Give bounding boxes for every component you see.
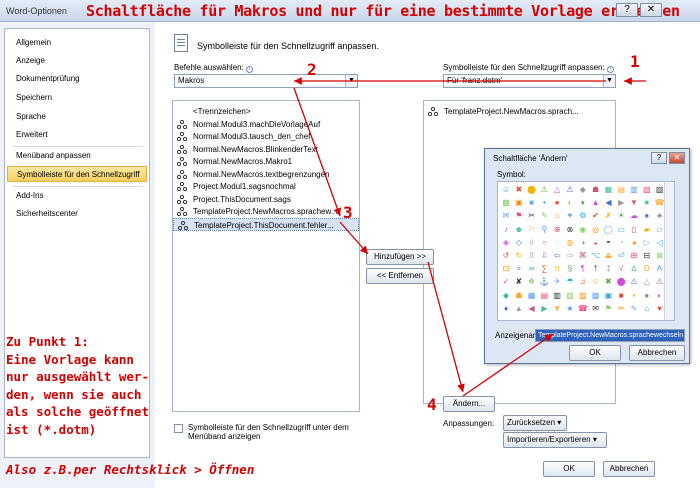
annotation-number-4: 4 xyxy=(427,395,437,414)
note-line: den, wenn sie auch xyxy=(6,386,142,402)
arrow-add-to-modify xyxy=(427,261,465,393)
annotation-bottom-note: Also z.B.per Rechtsklick > Öffnen xyxy=(6,462,255,477)
note-line: Zu Punkt 1: xyxy=(6,334,89,349)
annotation-number-1: 1 xyxy=(630,52,640,71)
annotation-note: Zu Punkt 1: Eine Vorlage kann nur ausgew… xyxy=(6,333,149,438)
note-line: nur ausgewählt wer- xyxy=(6,369,149,384)
arrow-4-to-name xyxy=(462,333,554,397)
note-line: als solche geöffnet xyxy=(6,404,149,419)
arrow-2-to-3 xyxy=(293,87,342,217)
note-line: Eine Vorlage kann xyxy=(6,351,134,367)
arrow-3-to-add xyxy=(339,221,369,255)
annotation-number-2: 2 xyxy=(307,60,317,79)
annotation-number-3: 3 xyxy=(343,203,353,222)
note-line: ist (*.dotm) xyxy=(6,421,97,437)
